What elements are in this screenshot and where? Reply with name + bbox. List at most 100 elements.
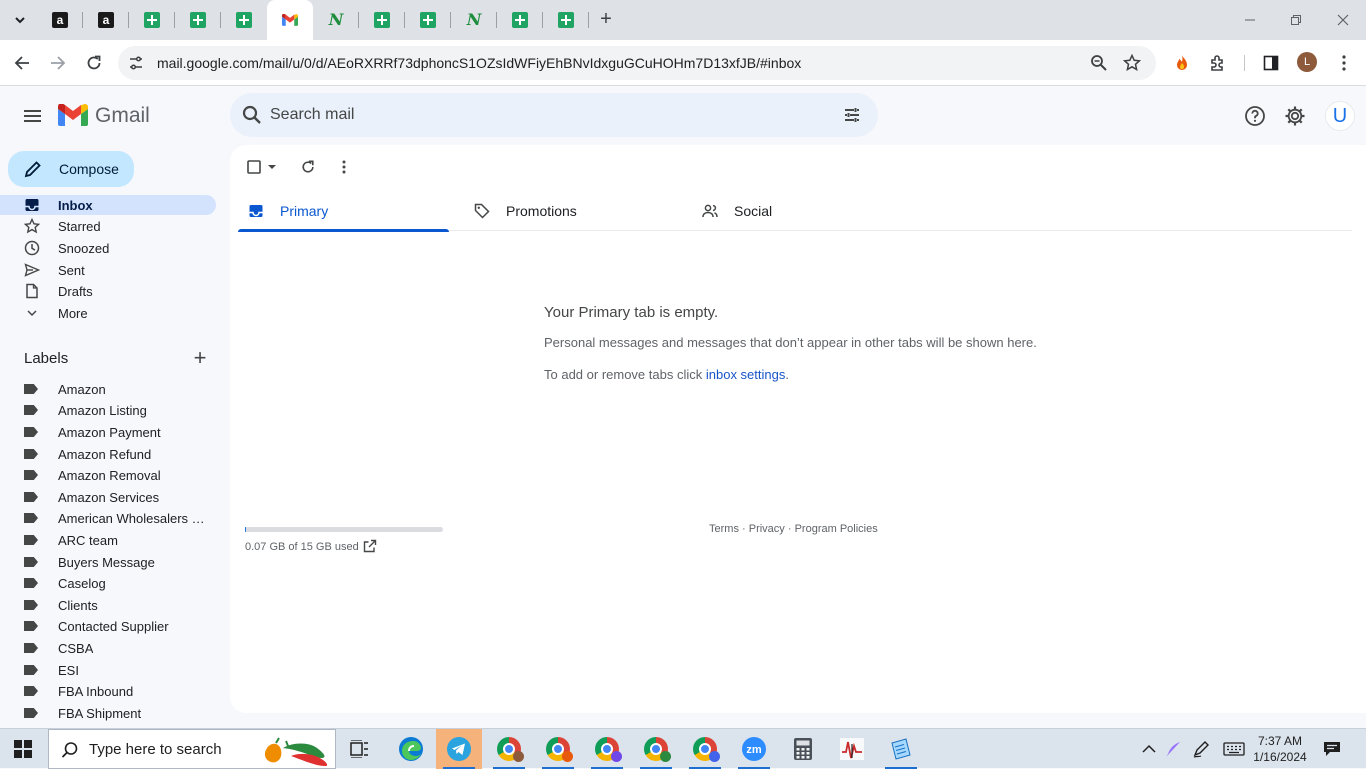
browser-tab-sheets-4[interactable] [370,7,394,33]
browser-tab-n-app-2[interactable]: N [462,7,486,33]
select-all-checkbox[interactable] [246,157,280,177]
nav-item-more[interactable]: More [0,303,216,323]
privacy-link[interactable]: Privacy [749,523,785,535]
tray-pen-app[interactable] [1163,739,1183,759]
nav-item-drafts[interactable]: Drafts [0,281,216,301]
taskbar-chrome-profile-2[interactable] [535,729,581,769]
minimize-button[interactable] [1240,10,1260,30]
notifications-button[interactable] [1322,739,1342,759]
nav-item-sent[interactable]: Sent [0,260,216,280]
label-item-american-wholesalers[interactable]: American Wholesalers L... [0,508,216,528]
taskbar-chrome-profile-3[interactable] [584,729,630,769]
chili-peppers-icon [264,737,328,766]
browser-tab-n-app-1[interactable]: N [324,7,348,33]
forward-button[interactable] [46,51,70,75]
label-item-esi[interactable]: ESI [0,660,216,680]
tag-icon [474,203,490,219]
back-button[interactable] [10,51,34,75]
settings-button[interactable] [1283,104,1307,128]
label-item-contacted-supplier[interactable]: Contacted Supplier [0,616,216,636]
browser-tab-sheets-1[interactable] [140,7,164,33]
more-actions-button[interactable] [336,157,352,177]
program-policies-link[interactable]: Program Policies [795,523,878,535]
browser-tab-sheets-6[interactable] [508,7,532,33]
taskbar-chrome-profile-1[interactable] [486,729,532,769]
taskbar-stock-app[interactable] [829,729,875,769]
create-label-button[interactable]: + [190,347,210,369]
tab-primary[interactable]: Primary [238,191,449,232]
touch-keyboard-button[interactable] [1222,739,1246,759]
search-options-icon[interactable] [842,105,862,125]
tab-social[interactable]: Social [692,191,902,231]
new-tab-button[interactable]: + [596,9,616,30]
profile-badge [611,751,622,762]
terms-link[interactable]: Terms [709,523,739,535]
tab-search-dropdown-button[interactable] [8,8,32,32]
open-in-new-icon[interactable] [363,539,377,553]
taskbar-notepad[interactable] [878,729,924,769]
telegram-icon [447,737,471,761]
chrome-profile-avatar[interactable]: L [1297,52,1317,72]
nav-item-inbox[interactable]: Inbox [0,195,216,215]
search-input[interactable] [270,105,830,125]
nav-item-label: Sent [58,262,85,278]
nav-item-snoozed[interactable]: Snoozed [0,238,216,258]
main-menu-button[interactable] [20,104,44,128]
search-icon[interactable] [242,105,262,125]
restore-button[interactable] [1286,10,1306,30]
label-item-caselog[interactable]: Caselog [0,573,216,593]
label-item-fba-inbound[interactable]: FBA Inbound [0,681,216,701]
extension-fire-button[interactable] [1171,52,1193,74]
gmail-logo-icon[interactable] [58,104,88,126]
tray-pen-workspace[interactable] [1191,739,1211,759]
refresh-button[interactable] [300,157,316,177]
browser-tab-sheets-5[interactable] [416,7,440,33]
label-item-amazon-listing[interactable]: Amazon Listing [0,400,216,420]
label-item-amazon-removal[interactable]: Amazon Removal [0,465,216,485]
support-button[interactable] [1243,104,1267,128]
reload-button[interactable] [82,51,106,75]
label-item-fba-shipment[interactable]: FBA Shipment [0,703,216,723]
browser-tab-sheets-2[interactable] [186,7,210,33]
close-window-button[interactable] [1333,10,1353,30]
inbox-settings-link[interactable]: inbox settings [706,367,786,382]
address-bar[interactable]: mail.google.com/mail/u/0/d/AEoRXRRf73dph… [118,46,1156,80]
chrome-menu-button[interactable] [1333,52,1355,74]
side-panel-button[interactable] [1260,52,1282,74]
taskbar-search-box[interactable]: Type here to search [48,729,336,769]
taskbar-calculator[interactable] [780,729,826,769]
nav-item-starred[interactable]: Starred [0,216,216,236]
taskbar-clock[interactable]: 7:37 AM 1/16/2024 [1250,733,1310,765]
label-icon [24,621,38,631]
browser-tab-sheets-3[interactable] [232,7,256,33]
browser-tab-amazon-2[interactable]: a [94,7,118,33]
label-item-csba[interactable]: CSBA [0,638,216,658]
extensions-button[interactable] [1207,52,1229,74]
label-item-amazon-payment[interactable]: Amazon Payment [0,422,216,442]
browser-tab-gmail[interactable] [267,0,313,40]
task-view-button[interactable] [337,729,383,769]
taskbar-chrome-profile-4[interactable] [633,729,679,769]
tab-promotions[interactable]: Promotions [464,191,674,231]
draft-icon [24,283,40,299]
label-item-arc-team[interactable]: ARC team [0,530,216,550]
show-hidden-icons-button[interactable] [1139,739,1159,759]
label-item-amazon-services[interactable]: Amazon Services [0,487,216,507]
taskbar-chrome-profile-5[interactable] [682,729,728,769]
storage-usage-bar [245,527,443,532]
zoom-icon[interactable] [1090,54,1108,72]
taskbar-edge[interactable] [388,729,434,769]
compose-button[interactable]: Compose [8,151,134,187]
taskbar-zoom[interactable]: zm [731,729,777,769]
google-account-avatar[interactable]: U [1325,101,1355,131]
taskbar-telegram[interactable] [436,729,482,769]
bookmark-star-icon[interactable] [1123,54,1141,72]
label-item-clients[interactable]: Clients [0,595,216,615]
label-item-amazon[interactable]: Amazon [0,379,216,399]
windows-start-button[interactable] [14,740,32,758]
browser-tab-sheets-7[interactable] [554,7,578,33]
browser-tab-amazon-1[interactable]: a [48,7,72,33]
label-item-amazon-refund[interactable]: Amazon Refund [0,444,216,464]
site-info-icon[interactable] [128,55,144,71]
label-item-buyers-message[interactable]: Buyers Message [0,552,216,572]
